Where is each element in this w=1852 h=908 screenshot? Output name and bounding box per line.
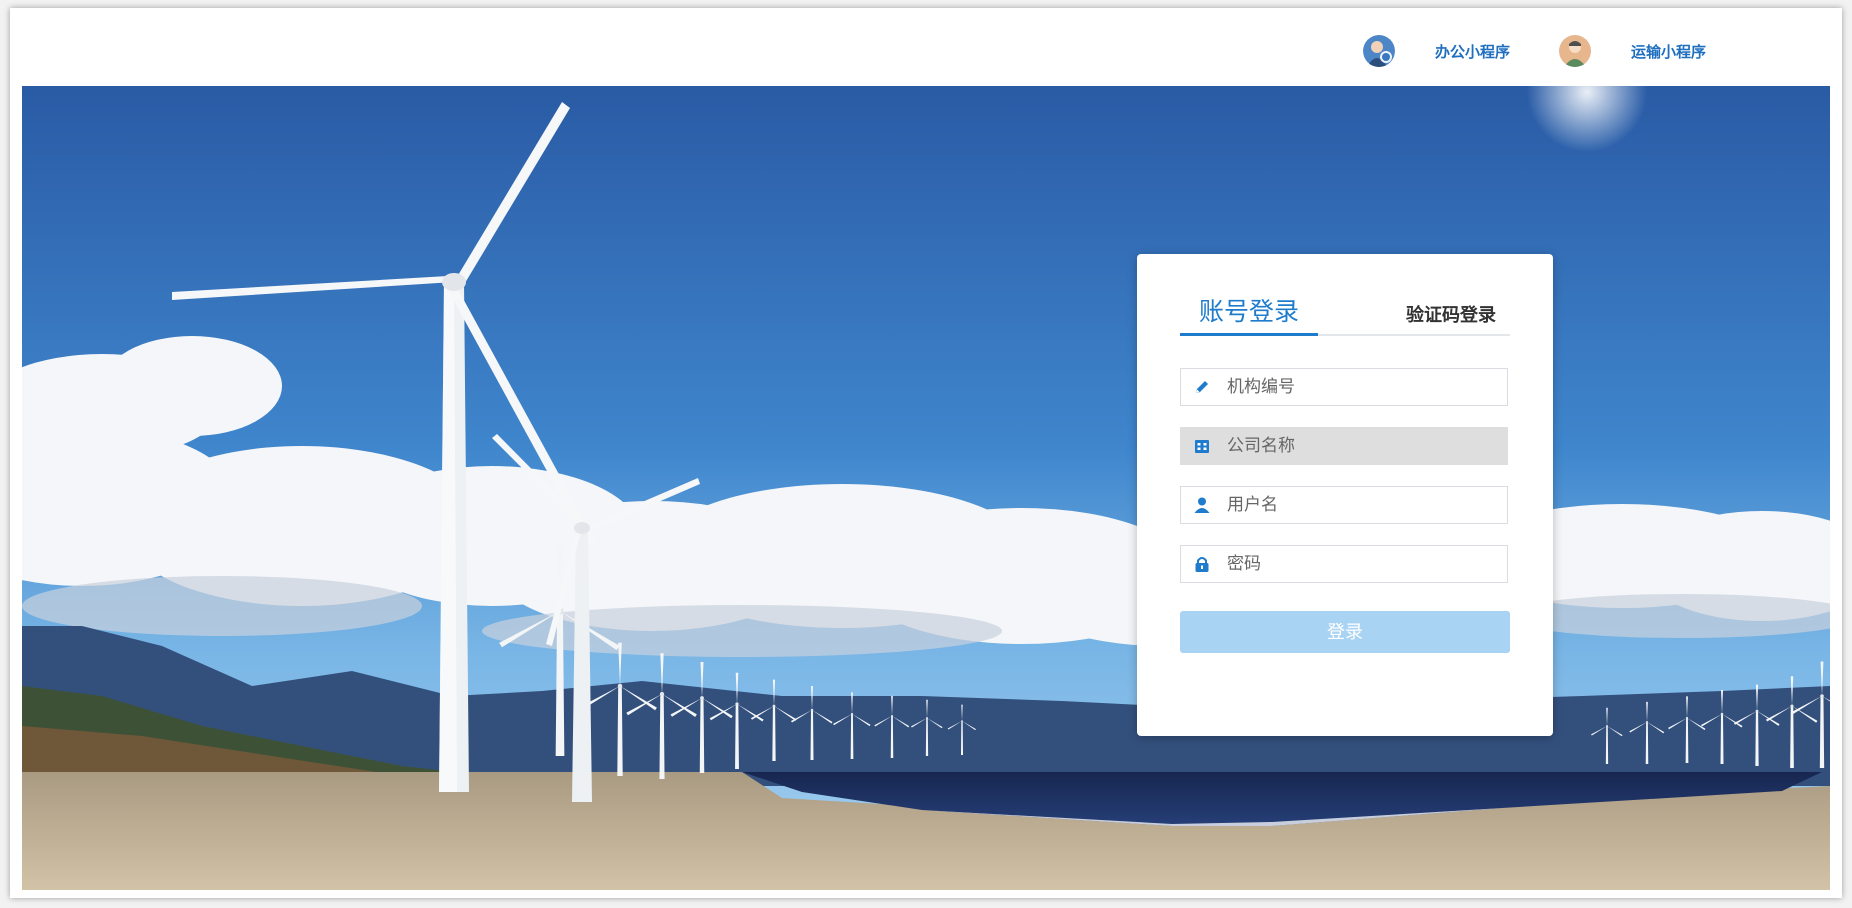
tab-code-login[interactable]: 验证码登录 [1396, 298, 1506, 338]
tab-account-login[interactable]: 账号登录 [1180, 294, 1318, 336]
org-number-input[interactable] [1225, 376, 1499, 398]
password-input[interactable] [1225, 553, 1499, 575]
background-landscape [22, 86, 1830, 890]
transport-avatar-icon [1559, 35, 1591, 67]
company-name-input [1225, 435, 1499, 457]
office-mini-program-label: 办公小程序 [1435, 42, 1511, 61]
office-mini-program-link[interactable]: 办公小程序 [1363, 34, 1510, 68]
login-tabs: 账号登录 验证码登录 [1180, 294, 1510, 336]
lock-icon [1191, 553, 1213, 575]
pencil-icon [1191, 376, 1213, 398]
transport-mini-program-link[interactable]: 运输小程序 [1559, 34, 1706, 68]
office-avatar-icon [1363, 35, 1395, 67]
user-icon [1191, 494, 1213, 516]
username-input[interactable] [1225, 494, 1499, 516]
login-card: 账号登录 验证码登录 机构编号 公司名称 用户名 登录 [1137, 254, 1553, 736]
password-field[interactable] [1180, 545, 1508, 583]
building-icon [1191, 435, 1213, 457]
top-header: 办公小程序 运输小程序 [10, 8, 1842, 86]
company-name-field [1180, 427, 1508, 465]
app-frame: 办公小程序 运输小程序 账号登录 验证码登录 机构编号 公司名称 用户名 登录 [10, 8, 1842, 898]
org-number-field[interactable] [1180, 368, 1508, 406]
transport-mini-program-label: 运输小程序 [1631, 42, 1707, 61]
login-button[interactable]: 登录 [1180, 611, 1510, 653]
username-field[interactable] [1180, 486, 1508, 524]
